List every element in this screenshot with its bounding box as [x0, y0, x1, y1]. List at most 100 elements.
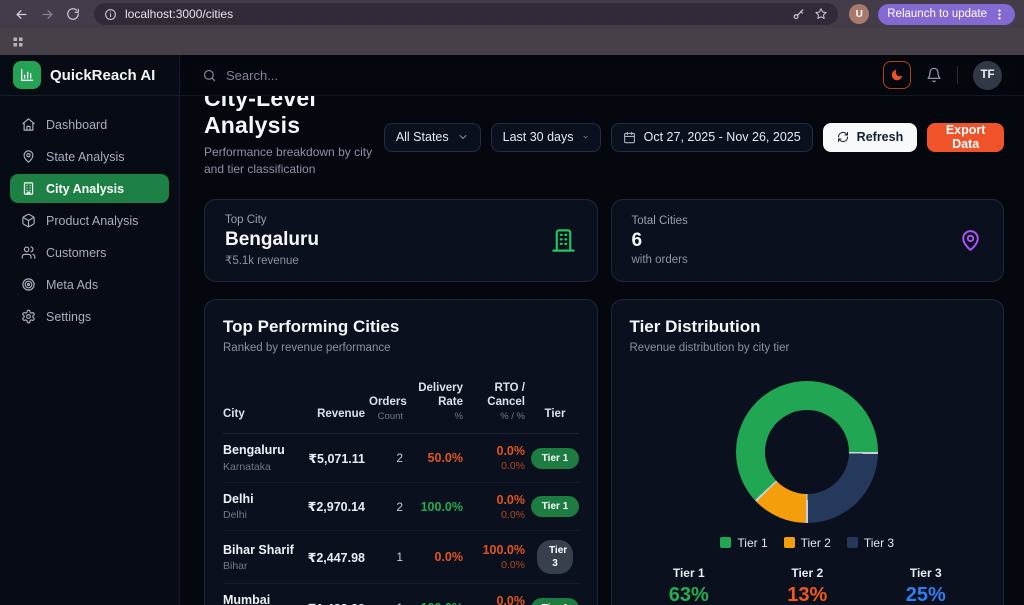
topbar: TF	[180, 55, 1024, 96]
city-name: Bihar Sharif	[223, 543, 297, 559]
tier-stats: Tier 1 63% ₹9,523.54 Tier 2 13% ₹654 Tie…	[630, 566, 986, 605]
tier-badge: Tier 3	[537, 540, 573, 574]
city-state: Delhi	[223, 509, 297, 521]
tier-percent: 13%	[748, 584, 867, 605]
browser-back-button[interactable]	[9, 3, 33, 25]
legend-swatch	[720, 537, 731, 548]
date-range-select[interactable]: Last 30 days	[491, 123, 601, 152]
card-sub: ₹5.1k revenue	[225, 253, 319, 267]
city-name: Delhi	[223, 492, 297, 508]
state-filter-select[interactable]: All States	[384, 123, 481, 152]
chevron-down-icon	[582, 131, 589, 143]
moon-icon	[890, 68, 904, 82]
sidebar-item-label: Customers	[46, 246, 106, 260]
delivery-rate-cell: 100.0%	[407, 601, 463, 605]
bookmarks-bar	[0, 28, 1024, 55]
sidebar-item-product-analysis[interactable]: Product Analysis	[10, 206, 169, 235]
rto-cell: 0.0%	[467, 444, 525, 458]
legend-item: Tier 2	[784, 536, 831, 550]
table-row: Bengaluru Karnataka ₹5,071.11 2 50.0% 0.…	[223, 434, 579, 483]
table-row: Delhi Delhi ₹2,970.14 2 100.0% 0.0% 0.0%…	[223, 483, 579, 532]
map-pin-icon	[958, 228, 983, 253]
column-header: Delivery Rate %	[407, 381, 463, 424]
legend-item: Tier 1	[720, 536, 767, 550]
city-name: Bengaluru	[223, 443, 297, 459]
settings-icon	[21, 309, 36, 324]
revenue-cell: ₹5,071.11	[301, 451, 365, 466]
sidebar-item-dashboard[interactable]: Dashboard	[10, 110, 169, 139]
tier-stat: Tier 2 13% ₹654	[748, 566, 867, 605]
city-state: Bihar	[223, 560, 297, 572]
tier-donut-chart	[736, 381, 878, 523]
sidebar-item-settings[interactable]: Settings	[10, 302, 169, 331]
relaunch-to-update-button[interactable]: Relaunch to update	[878, 4, 1015, 25]
sidebar-item-state-analysis[interactable]: State Analysis	[10, 142, 169, 171]
sidebar-item-label: Settings	[46, 310, 91, 324]
site-info-icon[interactable]	[104, 8, 117, 21]
chart-legend: Tier 1 Tier 2 Tier 3	[630, 536, 986, 550]
state-icon	[21, 149, 36, 164]
user-avatar[interactable]: TF	[973, 61, 1002, 90]
rto-cell: 0.0%	[467, 594, 525, 605]
column-header: City	[223, 407, 297, 423]
card-label: Total Cities	[632, 215, 688, 227]
city-icon	[21, 181, 36, 196]
delivery-rate-cell: 50.0%	[407, 451, 463, 465]
export-data-button[interactable]: Export Data	[927, 123, 1004, 152]
theme-toggle-button[interactable]	[883, 61, 911, 89]
page-subtitle: Performance breakdown by city and tier c…	[204, 144, 384, 178]
cancel-cell: 0.0%	[467, 460, 525, 472]
cancel-cell: 0.0%	[467, 559, 525, 571]
tier-distribution-panel: Tier Distribution Revenue distribution b…	[611, 299, 1005, 605]
sidebar-item-label: State Analysis	[46, 150, 125, 164]
sidebar-item-label: Dashboard	[46, 118, 107, 132]
rto-cell: 100.0%	[467, 543, 525, 557]
tier-badge: Tier 1	[531, 598, 580, 605]
table-row: Bihar Sharif Bihar ₹2,447.98 1 0.0% 100.…	[223, 531, 579, 584]
refresh-button[interactable]: Refresh	[823, 123, 918, 152]
browser-profile-avatar[interactable]: U	[849, 4, 869, 24]
chevron-down-icon	[457, 131, 469, 143]
address-bar[interactable]: localhost:3000/cities	[94, 3, 838, 25]
table-body: Bengaluru Karnataka ₹5,071.11 2 50.0% 0.…	[223, 434, 579, 605]
tier-stat: Tier 3 25% ₹3,919.43	[867, 566, 986, 605]
sidebar-item-customers[interactable]: Customers	[10, 238, 169, 267]
calendar-icon	[623, 131, 636, 144]
password-key-icon[interactable]	[792, 7, 806, 21]
tab-groups-grid-icon[interactable]	[12, 36, 24, 48]
column-header: Revenue	[301, 407, 365, 423]
notifications-bell-icon[interactable]	[926, 67, 942, 83]
sidebar-item-city-analysis[interactable]: City Analysis	[10, 174, 169, 203]
total-cities-value: 6	[632, 230, 688, 252]
meta-icon	[21, 277, 36, 292]
revenue-cell: ₹2,447.98	[301, 550, 365, 565]
revenue-cell: ₹2,970.14	[301, 499, 365, 514]
building-icon	[550, 227, 577, 254]
url-text: localhost:3000/cities	[125, 7, 233, 21]
sidebar-item-meta-ads[interactable]: Meta Ads	[10, 270, 169, 299]
browser-forward-button[interactable]	[35, 3, 59, 25]
column-header: RTO / Cancel % / %	[467, 381, 525, 424]
browser-reload-button[interactable]	[61, 3, 85, 25]
customers-icon	[21, 245, 36, 260]
date-picker-button[interactable]: Oct 27, 2025 - Nov 26, 2025	[611, 123, 813, 152]
sidebar-item-label: City Analysis	[46, 182, 124, 196]
product-icon	[21, 213, 36, 228]
divider	[957, 66, 958, 84]
global-search[interactable]	[202, 68, 396, 83]
delivery-rate-cell: 100.0%	[407, 500, 463, 514]
city-state: Karnataka	[223, 461, 297, 473]
bookmark-star-icon[interactable]	[814, 7, 828, 21]
sidebar-item-label: Meta Ads	[46, 278, 98, 292]
browser-toolbar: localhost:3000/cities U Relaunch to upda…	[0, 0, 1024, 28]
total-cities-card: Total Cities 6 with orders	[611, 199, 1005, 282]
panel-subtitle: Revenue distribution by city tier	[630, 342, 986, 354]
search-input[interactable]	[226, 68, 396, 83]
table-header: City Revenue Orders Count Delivery Rate …	[223, 381, 579, 435]
tier-stat: Tier 1 63% ₹9,523.54	[630, 566, 749, 605]
revenue-cell: ₹1,482.29	[301, 601, 365, 605]
top-performing-cities-panel: Top Performing Cities Ranked by revenue …	[204, 299, 598, 605]
brand-name: QuickReach AI	[50, 67, 155, 84]
quickreach-logo-icon	[13, 61, 41, 89]
browser-menu-dots-icon[interactable]	[993, 8, 1006, 21]
